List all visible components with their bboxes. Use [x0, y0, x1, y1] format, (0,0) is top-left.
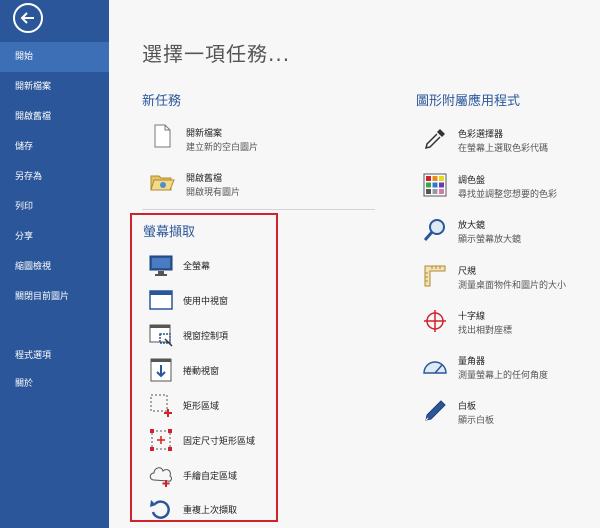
sidebar-item-thumbnail-view[interactable]: 縮圖檢視 — [0, 252, 109, 282]
sidebar-item-share[interactable]: 分享 — [0, 222, 109, 252]
magnifier-icon — [423, 219, 445, 241]
protractor-icon — [423, 361, 447, 374]
ruler-desc: 測量桌面物件和圖片的大小 — [458, 281, 567, 291]
sidebar-item-save[interactable]: 儲存 — [0, 132, 109, 162]
tool-color-picker[interactable]: 色彩選擇器 在螢幕上選取色彩代碼 — [422, 126, 582, 156]
whiteboard-title: 白板 — [458, 402, 477, 412]
color-picker-title: 色彩選擇器 — [458, 130, 504, 140]
tool-ruler[interactable]: 尺規 測量桌面物件和圖片的大小 — [422, 263, 582, 293]
capture-repeat-last-label: 重複上次擷取 — [183, 506, 238, 516]
graphics-tools-heading: 圖形附屬應用程式 — [416, 94, 521, 109]
window-control-icon — [149, 324, 173, 347]
magnifier-desc: 顯示螢幕放大鏡 — [458, 235, 522, 245]
palette-grid-icon — [423, 173, 447, 197]
whiteboard-desc: 顯示白板 — [458, 416, 495, 426]
crosshair-icon — [424, 310, 446, 332]
rectangle-select-icon — [150, 394, 172, 417]
capture-fixed-rectangle[interactable]: 固定尺寸矩形區域 — [148, 427, 273, 453]
monitor-icon — [149, 255, 173, 276]
section-divider — [142, 209, 375, 210]
capture-window-control-label: 視窗控制項 — [183, 332, 229, 342]
tool-crosshair[interactable]: 十字線 找出相對座標 — [422, 308, 582, 338]
sidebar-item-new-file[interactable]: 開新檔案 — [0, 72, 109, 102]
protractor-desc: 測量螢幕上的任何角度 — [458, 371, 549, 381]
capture-fullscreen[interactable]: 全螢幕 — [148, 252, 268, 278]
crosshair-title: 十字線 — [458, 312, 486, 322]
blank-document-icon — [154, 124, 171, 148]
ruler-icon — [424, 265, 446, 287]
pen-icon — [425, 400, 446, 421]
capture-active-window[interactable]: 使用中視窗 — [148, 287, 268, 313]
palette-title: 調色盤 — [458, 176, 486, 186]
tool-magnifier[interactable]: 放大鏡 顯示螢幕放大鏡 — [422, 217, 582, 247]
capture-active-window-label: 使用中視窗 — [183, 297, 229, 307]
tool-palette[interactable]: 調色盤 尋找並調整您想要的色彩 — [422, 172, 582, 202]
fixed-rectangle-icon — [150, 429, 172, 451]
sidebar-item-open-file[interactable]: 開啟舊檔 — [0, 102, 109, 132]
capture-freehand-label: 手繪自定區域 — [183, 472, 238, 482]
open-file-desc: 開啟現有圖片 — [186, 188, 241, 198]
window-icon — [149, 290, 173, 310]
crosshair-desc: 找出相對座標 — [458, 326, 513, 336]
open-folder-icon — [150, 175, 175, 191]
capture-fullscreen-label: 全螢幕 — [183, 262, 211, 272]
sidebar-item-save-as[interactable]: 另存為 — [0, 162, 109, 192]
sidebar-item-about[interactable]: 關於 — [0, 369, 109, 399]
magnifier-title: 放大鏡 — [458, 221, 486, 231]
capture-window-control[interactable]: 視窗控制項 — [148, 322, 268, 348]
ruler-title: 尺規 — [458, 267, 477, 277]
capture-repeat-last[interactable]: 重複上次擷取 — [148, 496, 268, 522]
freehand-cloud-icon — [149, 467, 172, 487]
page-title: 選擇一項任務... — [142, 42, 291, 66]
color-picker-desc: 在螢幕上選取色彩代碼 — [458, 144, 549, 154]
capture-freehand[interactable]: 手繪自定區域 — [148, 462, 268, 488]
new-file-title: 開新檔案 — [186, 129, 223, 139]
sidebar: 開始 開新檔案 開啟舊檔 儲存 另存為 列印 分享 縮圖檢視 關閉目前圖片 程式… — [0, 0, 109, 528]
new-file-desc: 建立新的空白圖片 — [186, 143, 259, 153]
capture-fixed-rectangle-label: 固定尺寸矩形區域 — [183, 437, 256, 447]
capture-rectangle[interactable]: 矩形區域 — [148, 392, 268, 418]
open-file-title: 開啟舊檔 — [186, 174, 223, 184]
back-button[interactable] — [13, 3, 43, 33]
open-file-task[interactable]: 開啟舊檔 開啟現有圖片 — [149, 168, 349, 198]
sidebar-item-print[interactable]: 列印 — [0, 192, 109, 222]
tool-protractor[interactable]: 量角器 測量螢幕上的任何角度 — [422, 353, 582, 383]
capture-scroll-window-label: 捲動視窗 — [183, 367, 220, 377]
eyedropper-icon — [424, 129, 445, 150]
palette-desc: 尋找並調整您想要的色彩 — [458, 190, 558, 200]
scroll-window-icon — [150, 358, 172, 382]
sidebar-item-start[interactable]: 開始 — [0, 42, 109, 72]
capture-scroll-window[interactable]: 捲動視窗 — [148, 357, 268, 383]
sidebar-item-options[interactable]: 程式選項 — [0, 341, 109, 371]
protractor-title: 量角器 — [458, 357, 486, 367]
new-task-heading: 新任務 — [142, 94, 182, 109]
tool-whiteboard[interactable]: 白板 顯示白板 — [422, 398, 582, 428]
repeat-arrow-icon — [150, 500, 170, 519]
back-arrow-icon — [20, 12, 34, 24]
sidebar-item-close-image[interactable]: 關閉目前圖片 — [0, 282, 109, 312]
screen-capture-heading: 螢幕擷取 — [143, 225, 196, 240]
new-file-task[interactable]: 開新檔案 建立新的空白圖片 — [149, 123, 349, 153]
capture-rectangle-label: 矩形區域 — [183, 402, 220, 412]
